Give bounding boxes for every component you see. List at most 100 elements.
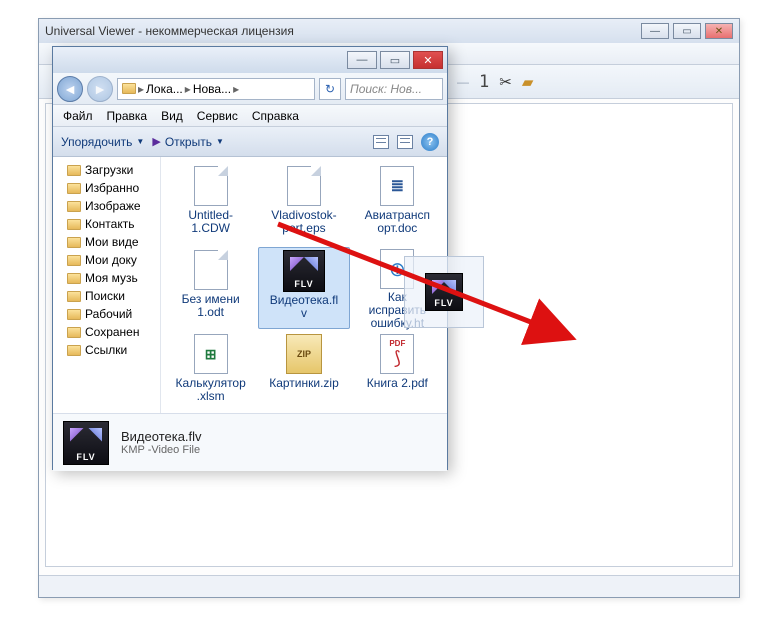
file-item[interactable]: ZIP Картинки.zip xyxy=(258,331,349,413)
tree-item-label: Загрузки xyxy=(85,163,133,177)
details-icon: FLV xyxy=(63,421,109,465)
word-icon: ≣ xyxy=(380,166,414,206)
tree-item[interactable]: Рабочий xyxy=(53,305,160,323)
folder-icon xyxy=(67,327,81,338)
uv-titlebar[interactable]: Universal Viewer - некоммерческая лиценз… xyxy=(39,19,739,43)
folder-icon xyxy=(67,165,81,176)
flv-icon: FLV xyxy=(283,250,325,292)
organize-button[interactable]: Упорядочить▼ xyxy=(61,135,144,149)
tree-item[interactable]: Контакть xyxy=(53,215,160,233)
tree-item[interactable]: Моя музь xyxy=(53,269,160,287)
chevron-right-icon: ▸ xyxy=(138,82,144,96)
minimize-button[interactable]: — xyxy=(347,51,377,69)
maximize-button[interactable]: ▭ xyxy=(380,51,410,69)
folder-icon xyxy=(67,309,81,320)
file-label: Книга 2.pdf xyxy=(367,377,428,390)
explorer-navbar: ◄ ► ▸ Лока... ▸ Нова... ▸ ↻ Поиск: Нов..… xyxy=(53,73,447,105)
explorer-content: Загрузки Избранно Изображе Контакть Мои виде… xyxy=(53,157,447,413)
tree-item-label: Ссылки xyxy=(85,343,127,357)
file-item[interactable]: ≣ Авиатранспорт.doc xyxy=(352,163,443,245)
folder-icon xyxy=(67,219,81,230)
excel-icon: ⊞ xyxy=(194,334,228,374)
file-item[interactable]: Untitled-1.CDW xyxy=(165,163,256,245)
tree-item-label: Мои доку xyxy=(85,253,137,267)
tree-item-label: Моя музь xyxy=(85,271,138,285)
folder-icon xyxy=(67,183,81,194)
tree-item[interactable]: Мои виде xyxy=(53,233,160,251)
folder-icon xyxy=(67,201,81,212)
folder-icon xyxy=(67,255,81,266)
back-button[interactable]: ◄ xyxy=(57,76,83,102)
preview-pane-icon[interactable] xyxy=(397,135,413,149)
file-label: Калькулятор.xlsm xyxy=(175,377,247,403)
file-item[interactable]: FLVВидеотека.flv xyxy=(258,247,349,329)
pdf-icon: PDF⟆ xyxy=(380,334,414,374)
file-item[interactable]: ⊞ Калькулятор.xlsm xyxy=(165,331,256,413)
menu-file[interactable]: Файл xyxy=(63,109,93,123)
help-icon[interactable]: ? xyxy=(421,133,439,151)
explorer-toolbar: Упорядочить▼ ▶Открыть▼ ? xyxy=(53,127,447,157)
tree-item[interactable]: Изображе xyxy=(53,197,160,215)
zip-icon: ZIP xyxy=(286,334,322,374)
play-icon: ▶ xyxy=(152,135,160,148)
crumb-segment[interactable]: Нова... xyxy=(193,82,231,96)
explorer-menubar: Файл Правка Вид Сервис Справка xyxy=(53,105,447,127)
search-placeholder: Поиск: Нов... xyxy=(350,82,422,96)
refresh-button[interactable]: ↻ xyxy=(319,78,341,100)
document-icon xyxy=(194,250,228,290)
menu-edit[interactable]: Правка xyxy=(107,109,148,123)
file-label: Untitled-1.CDW xyxy=(175,209,247,235)
tree-item-label: Рабочий xyxy=(85,307,132,321)
tree-item-label: Избранно xyxy=(85,181,139,195)
forward-button[interactable]: ► xyxy=(87,76,113,102)
menu-view[interactable]: Вид xyxy=(161,109,183,123)
menu-tools[interactable]: Сервис xyxy=(197,109,238,123)
chevron-down-icon: ▼ xyxy=(216,137,224,146)
tree-item[interactable]: Избранно xyxy=(53,179,160,197)
file-item[interactable]: PDF⟆ Книга 2.pdf xyxy=(352,331,443,413)
crumb-segment[interactable]: Лока... xyxy=(146,82,183,96)
chevron-down-icon: ▼ xyxy=(136,137,144,146)
folder-icon xyxy=(67,291,81,302)
breadcrumb[interactable]: ▸ Лока... ▸ Нова... ▸ xyxy=(117,78,315,100)
file-label: Видеотека.flv xyxy=(268,294,340,320)
search-input[interactable]: Поиск: Нов... xyxy=(345,78,443,100)
file-label: Картинки.zip xyxy=(269,377,339,390)
tree-item[interactable]: Мои доку xyxy=(53,251,160,269)
menu-help[interactable]: Справка xyxy=(252,109,299,123)
document-icon xyxy=(194,166,228,206)
file-item[interactable]: Vladivostok-port.eps xyxy=(258,163,349,245)
explorer-titlebar[interactable]: — ▭ ✕ xyxy=(53,47,447,73)
document-icon xyxy=(287,166,321,206)
uv-title: Universal Viewer - некоммерческая лиценз… xyxy=(45,24,294,38)
close-button[interactable]: ✕ xyxy=(413,51,443,69)
tree-item[interactable]: Ссылки xyxy=(53,341,160,359)
tools-icon[interactable]: ✂ xyxy=(499,73,512,91)
tree-item-label: Поиски xyxy=(85,289,125,303)
file-item[interactable]: Без имени 1.odt xyxy=(165,247,256,329)
file-label: Без имени 1.odt xyxy=(175,293,247,319)
explorer-window: — ▭ ✕ ◄ ► ▸ Лока... ▸ Нова... ▸ ↻ Поиск:… xyxy=(52,46,448,470)
uv-window-controls: — ▭ ✕ xyxy=(641,23,733,39)
chevron-right-icon: ▸ xyxy=(185,82,191,96)
toolbar-page-number: 1 xyxy=(479,72,489,92)
close-button[interactable]: ✕ xyxy=(705,23,733,39)
folder-icon xyxy=(67,237,81,248)
folder-icon xyxy=(122,83,136,94)
file-label: Авиатранспорт.doc xyxy=(361,209,433,235)
tree-item-label: Мои виде xyxy=(85,235,139,249)
tree-item[interactable]: Загрузки xyxy=(53,161,160,179)
details-filename: Видеотека.flv xyxy=(121,429,202,444)
folder-tree[interactable]: Загрузки Избранно Изображе Контакть Мои виде… xyxy=(53,157,161,413)
package-icon[interactable]: ▰ xyxy=(522,73,534,91)
tree-item-label: Сохранен xyxy=(85,325,139,339)
tree-item-label: Контакть xyxy=(85,217,134,231)
details-pane: FLV Видеотека.flv KMP -Video File xyxy=(53,413,447,471)
view-mode-icon[interactable] xyxy=(373,135,389,149)
maximize-button[interactable]: ▭ xyxy=(673,23,701,39)
file-label: Vladivostok-port.eps xyxy=(268,209,340,235)
tree-item[interactable]: Сохранен xyxy=(53,323,160,341)
open-button[interactable]: ▶Открыть▼ xyxy=(152,135,224,149)
minimize-button[interactable]: — xyxy=(641,23,669,39)
tree-item[interactable]: Поиски xyxy=(53,287,160,305)
